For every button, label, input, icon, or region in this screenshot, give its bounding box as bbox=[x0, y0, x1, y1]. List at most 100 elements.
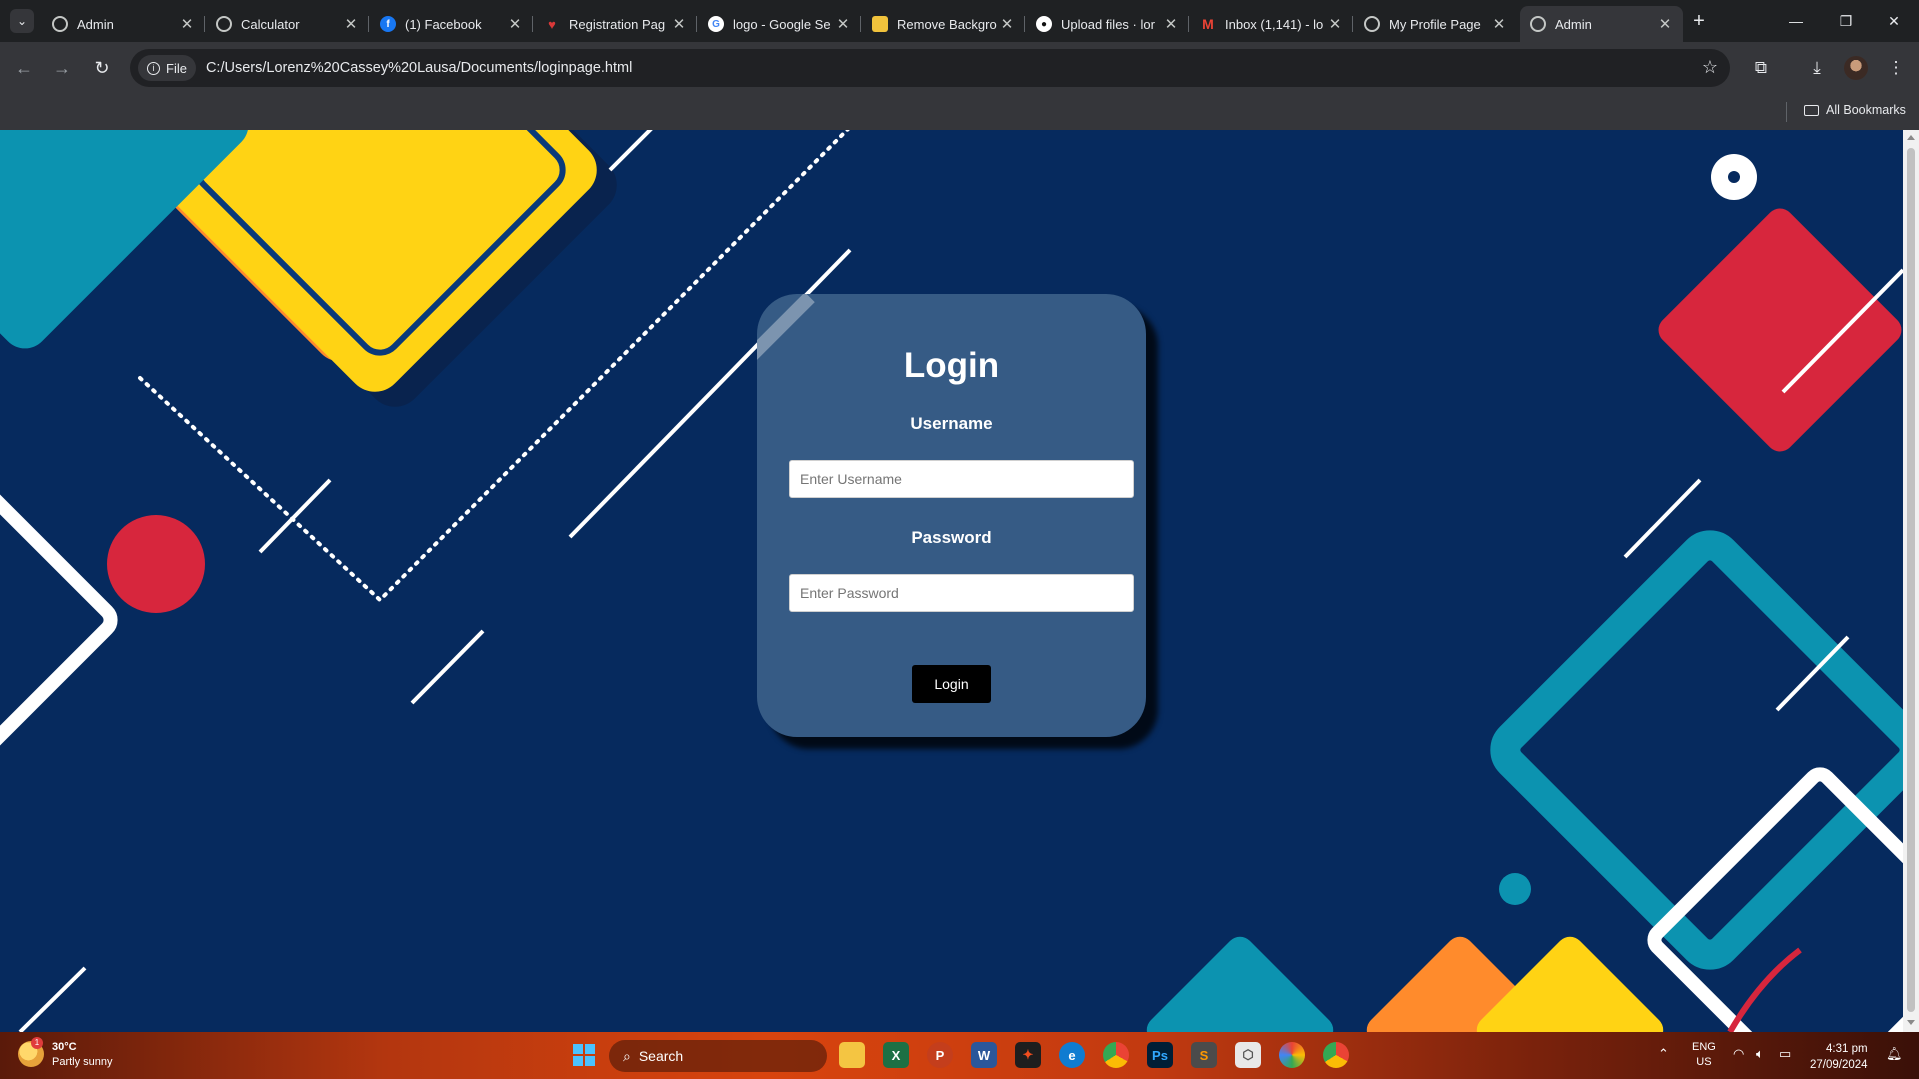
login-button[interactable]: Login bbox=[912, 665, 991, 703]
chevron-down-icon: ⌄ bbox=[16, 14, 28, 28]
right-shapes bbox=[1490, 154, 1903, 1032]
close-icon[interactable]: ✕ bbox=[835, 15, 851, 33]
info-icon: i bbox=[147, 61, 160, 75]
tab-gmail-inbox[interactable]: M Inbox (1,141) - lo ✕ bbox=[1190, 6, 1353, 42]
more-menu-icon[interactable]: ⋮ bbox=[1882, 54, 1910, 82]
browser-toolbar: ← → ↻ i File C:/Users/Lorenz%20Cassey%20… bbox=[0, 42, 1919, 94]
tab-google-search[interactable]: G logo - Google Se ✕ bbox=[698, 6, 861, 42]
scroll-down-arrow[interactable] bbox=[1907, 1020, 1915, 1025]
bookmark-star-icon[interactable]: ☆ bbox=[1702, 57, 1718, 78]
system-clock[interactable]: 4:31 pm 27/09/2024 bbox=[1810, 1041, 1868, 1073]
close-icon[interactable]: ✕ bbox=[507, 15, 523, 33]
bookmarks-divider bbox=[1786, 102, 1787, 122]
globe-icon bbox=[1530, 16, 1546, 32]
tab-facebook[interactable]: f (1) Facebook ✕ bbox=[370, 6, 533, 42]
google-icon: G bbox=[708, 16, 724, 32]
tab-search-button[interactable]: ⌄ bbox=[10, 9, 34, 33]
search-icon: ⌕ bbox=[623, 1047, 631, 1064]
site-info-chip[interactable]: i File bbox=[138, 55, 196, 81]
close-icon[interactable]: ✕ bbox=[1327, 15, 1343, 33]
password-input[interactable] bbox=[789, 574, 1134, 612]
windows-taskbar: 1 30°C Partly sunny ⌕ Search X P W ✦ e P… bbox=[0, 1032, 1919, 1079]
tab-strip: ⌄ Admin ✕ Calculator ✕ f (1) Facebook ✕ … bbox=[0, 0, 1919, 42]
taskbar-search[interactable]: ⌕ Search bbox=[609, 1040, 827, 1072]
top-left-shapes bbox=[0, 130, 852, 1032]
facebook-icon: f bbox=[380, 16, 396, 32]
scroll-up-arrow[interactable] bbox=[1907, 135, 1915, 140]
password-label: Password bbox=[911, 528, 992, 547]
tab-my-profile[interactable]: My Profile Page ✕ bbox=[1354, 6, 1517, 42]
folder-icon bbox=[1804, 104, 1819, 116]
github-icon: ● bbox=[1036, 16, 1052, 32]
tab-calculator[interactable]: Calculator ✕ bbox=[206, 6, 369, 42]
restore-icon: ❐ bbox=[1839, 12, 1853, 29]
excel-icon[interactable]: X bbox=[883, 1042, 909, 1068]
close-icon[interactable]: ✕ bbox=[1657, 15, 1673, 33]
plus-icon: + bbox=[1693, 10, 1705, 32]
windows-start-icon[interactable] bbox=[573, 1044, 595, 1066]
username-input[interactable] bbox=[789, 460, 1134, 498]
notification-bell-icon[interactable]: 🔔︎ bbox=[1886, 1046, 1903, 1062]
edge-icon[interactable]: e bbox=[1059, 1042, 1085, 1068]
gmail-icon: M bbox=[1202, 16, 1214, 32]
tab-registration[interactable]: ♥ Registration Pag ✕ bbox=[534, 6, 697, 42]
close-icon[interactable]: ✕ bbox=[179, 15, 195, 33]
page-viewport: Login Username Password Login bbox=[0, 130, 1903, 1032]
back-button[interactable]: ← bbox=[10, 54, 38, 82]
word-icon[interactable]: W bbox=[971, 1042, 997, 1068]
close-icon[interactable]: ✕ bbox=[343, 15, 359, 33]
removebg-icon bbox=[872, 16, 888, 32]
url-text[interactable]: C:/Users/Lorenz%20Cassey%20Lausa/Documen… bbox=[206, 60, 632, 76]
chevron-up-icon[interactable]: ⌃ bbox=[1658, 1046, 1669, 1062]
figma-icon[interactable]: ✦ bbox=[1015, 1042, 1041, 1068]
chrome-icon[interactable] bbox=[1103, 1042, 1129, 1068]
extensions-icon[interactable]: ⧉ bbox=[1747, 54, 1775, 82]
close-icon: ✕ bbox=[1888, 12, 1900, 29]
tab-github-upload[interactable]: ● Upload files · lor ✕ bbox=[1026, 6, 1189, 42]
window-close-button[interactable]: ✕ bbox=[1868, 0, 1919, 42]
color-wheel-icon[interactable] bbox=[1279, 1042, 1305, 1068]
arrow-left-icon: ← bbox=[15, 58, 33, 78]
restore-button[interactable]: ❐ bbox=[1820, 0, 1872, 42]
reload-button[interactable]: ↻ bbox=[88, 54, 116, 82]
new-tab-button[interactable]: + bbox=[1686, 9, 1712, 35]
scrollbar-thumb[interactable] bbox=[1907, 148, 1915, 1012]
volume-icon[interactable]: 🔈︎ bbox=[1756, 1046, 1764, 1062]
globe-icon bbox=[1364, 16, 1380, 32]
username-label: Username bbox=[910, 414, 993, 433]
forward-button[interactable]: → bbox=[48, 54, 76, 82]
photoshop-icon[interactable]: Ps bbox=[1147, 1042, 1173, 1068]
weather-widget[interactable]: 1 30°C Partly sunny bbox=[18, 1037, 113, 1068]
download-icon[interactable]: ⤓ bbox=[1803, 54, 1831, 82]
weather-temp: 30°C bbox=[52, 1041, 77, 1053]
close-icon[interactable]: ✕ bbox=[1491, 15, 1507, 33]
heart-icon: ♥ bbox=[548, 16, 556, 32]
minimize-icon: — bbox=[1789, 13, 1803, 29]
tab-remove-bg[interactable]: Remove Backgro ✕ bbox=[862, 6, 1025, 42]
tab-admin-active[interactable]: Admin ✕ bbox=[1520, 6, 1683, 42]
all-bookmarks-button[interactable]: All Bookmarks bbox=[1804, 103, 1906, 117]
file-explorer-icon[interactable] bbox=[839, 1042, 865, 1068]
close-icon[interactable]: ✕ bbox=[671, 15, 687, 33]
address-bar[interactable]: i File C:/Users/Lorenz%20Cassey%20Lausa/… bbox=[130, 49, 1730, 87]
tab-admin[interactable]: Admin ✕ bbox=[42, 6, 205, 42]
close-icon[interactable]: ✕ bbox=[999, 15, 1015, 33]
weather-sun-icon: 1 bbox=[18, 1037, 44, 1067]
minimize-button[interactable]: — bbox=[1770, 0, 1822, 42]
sublime-text-icon[interactable]: S bbox=[1191, 1042, 1217, 1068]
profile-avatar[interactable] bbox=[1844, 56, 1868, 80]
battery-icon[interactable]: ▭ bbox=[1779, 1046, 1791, 1062]
language-indicator[interactable]: ENG US bbox=[1692, 1040, 1716, 1070]
chrome-profile-icon[interactable] bbox=[1323, 1042, 1349, 1068]
login-title: Login bbox=[903, 346, 1000, 385]
page-scrollbar[interactable] bbox=[1903, 130, 1919, 1032]
globe-icon bbox=[216, 16, 232, 32]
weather-condition: Partly sunny bbox=[52, 1056, 113, 1068]
globe-icon bbox=[52, 16, 68, 32]
bookmarks-bar: All Bookmarks bbox=[0, 94, 1919, 130]
cube-app-icon[interactable]: ⬡ bbox=[1235, 1042, 1261, 1068]
powerpoint-icon[interactable]: P bbox=[927, 1042, 953, 1068]
arrow-right-icon: → bbox=[53, 58, 71, 78]
close-icon[interactable]: ✕ bbox=[1163, 15, 1179, 33]
wifi-icon[interactable]: ◠ bbox=[1733, 1046, 1744, 1062]
